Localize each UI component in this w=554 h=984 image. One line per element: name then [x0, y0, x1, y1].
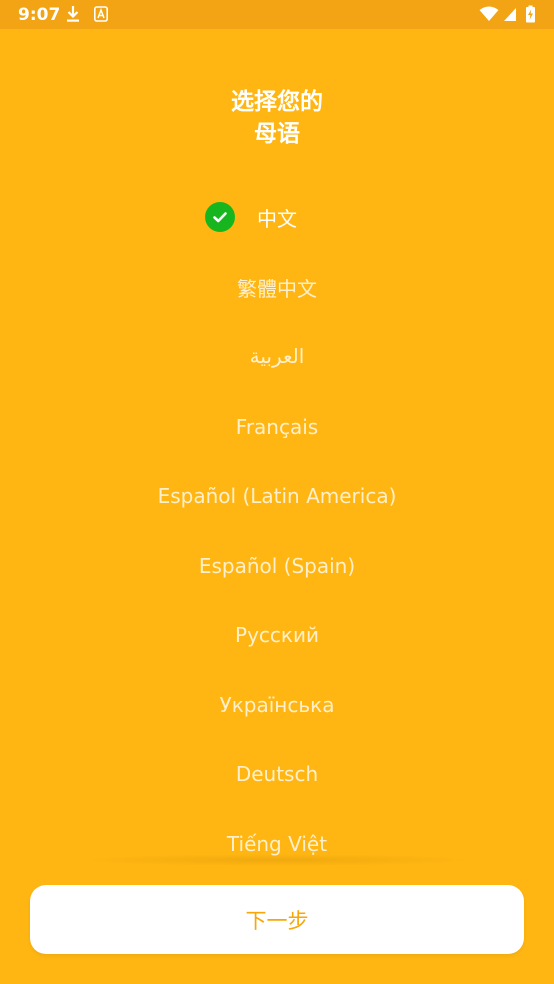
checkmark-icon — [205, 202, 235, 232]
battery-charging-icon — [526, 5, 535, 23]
language-label: Tiếng Việt — [226, 832, 328, 856]
language-label: Deutsch — [235, 762, 319, 786]
language-option-selected[interactable]: 中文 — [0, 182, 554, 252]
language-option[interactable]: 繁體中文 — [0, 252, 554, 322]
language-label: Українська — [219, 693, 335, 717]
language-option[interactable]: Deutsch — [0, 739, 554, 809]
language-label: Español (Spain) — [198, 554, 356, 578]
language-label: 繁體中文 — [237, 276, 317, 301]
list-fade-divider — [80, 854, 474, 866]
font-a-icon — [94, 6, 108, 22]
language-option[interactable]: Tiếng Việt — [0, 809, 554, 879]
language-option[interactable]: العربية — [0, 321, 554, 391]
language-option[interactable]: Русский — [0, 600, 554, 670]
language-option[interactable]: Español (Spain) — [0, 531, 554, 601]
wifi-icon — [479, 6, 499, 21]
language-label: Русский — [235, 623, 319, 647]
title-line-2: 母语 — [254, 121, 300, 147]
language-label: العربية — [249, 344, 305, 368]
language-label: 中文 — [257, 206, 297, 231]
page-title: 选择您的 母语 — [0, 86, 554, 150]
language-option[interactable]: Español (Latin America) — [0, 461, 554, 531]
language-option[interactable]: Українська — [0, 670, 554, 740]
status-bar: 9:07 — [0, 0, 554, 29]
language-option[interactable]: Français — [0, 392, 554, 462]
download-icon — [67, 6, 79, 22]
title-line-1: 选择您的 — [231, 89, 323, 115]
language-label: Français — [235, 415, 319, 439]
next-button[interactable]: 下一步 — [30, 885, 524, 954]
status-time: 9:07 — [18, 5, 61, 25]
signal-icon — [504, 8, 516, 21]
language-label: Español (Latin America) — [157, 484, 397, 508]
